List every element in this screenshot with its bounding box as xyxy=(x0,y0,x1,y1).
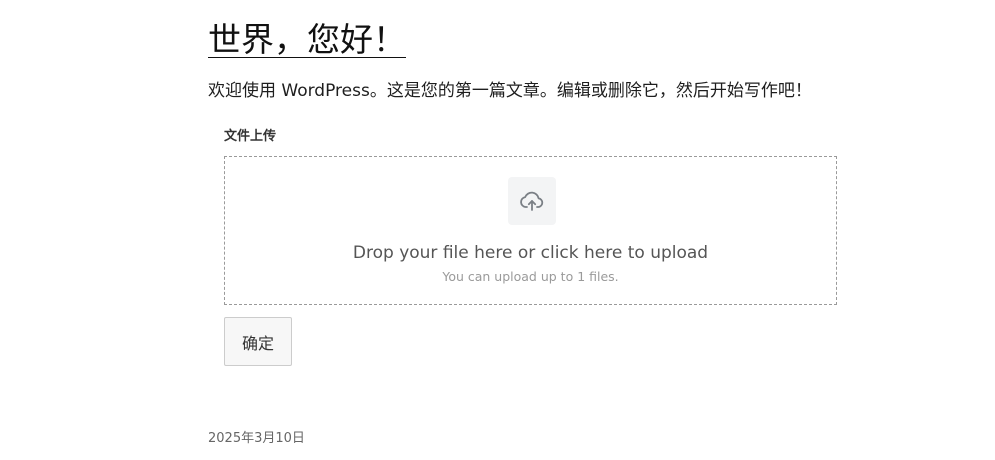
submit-button[interactable]: 确定 xyxy=(224,317,292,366)
file-dropzone[interactable]: Drop your file here or click here to upl… xyxy=(224,156,837,305)
post-title[interactable]: 世界，您好！ xyxy=(208,18,406,62)
dropzone-hint: You can upload up to 1 files. xyxy=(442,269,619,284)
file-upload-label: 文件上传 xyxy=(224,129,277,144)
post-intro: 欢迎使用 WordPress。这是您的第一篇文章。编辑或删除它，然后开始写作吧！ xyxy=(208,81,812,101)
page: 世界，您好！ 欢迎使用 WordPress。这是您的第一篇文章。编辑或删除它，然… xyxy=(0,0,995,460)
cloud-upload-icon xyxy=(508,177,556,225)
dropzone-text: Drop your file here or click here to upl… xyxy=(352,243,709,263)
post-date: 2025年3月10日 xyxy=(208,431,305,446)
